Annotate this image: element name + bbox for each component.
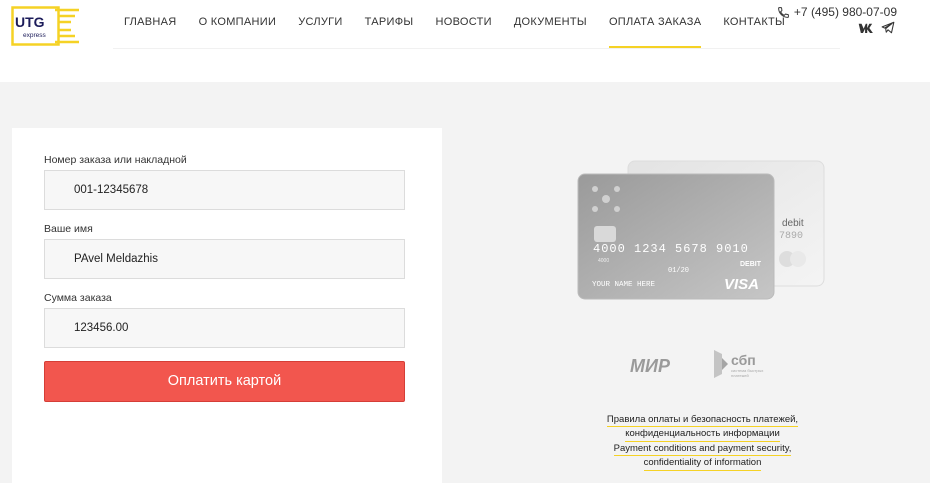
utg-express-logo[interactable]: UTG express — [11, 6, 81, 46]
sbp-sub2: платежей — [731, 373, 749, 378]
payment-form: Номер заказа или накладной 001-12345678 … — [12, 128, 442, 483]
front-card-small: 4000 — [598, 258, 609, 264]
payment-conditions-link-2[interactable]: confidentiality of information — [643, 456, 762, 471]
nav-item-about[interactable]: О КОМПАНИИ — [188, 0, 288, 48]
order-number-input[interactable]: 001-12345678 — [44, 170, 405, 210]
payment-rules-link-1[interactable]: Правила оплаты и безопасность платежей, — [606, 413, 799, 428]
nav-item-services[interactable]: УСЛУГИ — [287, 0, 353, 48]
order-number-label: Номер заказа или накладной — [44, 154, 187, 166]
payment-rules-link-2[interactable]: конфиденциальность информации — [625, 427, 780, 442]
front-card-number: 4000 1234 5678 9010 — [593, 242, 749, 256]
nav-item-tariffs[interactable]: ТАРИФЫ — [354, 0, 425, 48]
logo-sub: express — [23, 32, 47, 39]
nav-item-news[interactable]: НОВОСТИ — [424, 0, 502, 48]
payment-system-logos: МИР сбп система быстрых платежей — [630, 350, 763, 378]
bank-cards-image: debit 7890 4000 1234 5678 9010 4000 DEBI… — [577, 160, 825, 300]
phone-link[interactable]: +7 (495) 980-07-09 — [777, 5, 897, 19]
front-card-name: YOUR NAME HERE — [592, 281, 656, 289]
front-card-type: DEBIT — [740, 261, 762, 268]
nav-item-payment[interactable]: ОПЛАТА ЗАКАЗА — [598, 0, 712, 48]
amount-input[interactable]: 123456.00 — [44, 308, 405, 348]
mir-logo: МИР — [630, 356, 671, 376]
payment-info-links: Правила оплаты и безопасность платежей, … — [570, 413, 835, 471]
amount-label: Сумма заказа — [44, 292, 112, 304]
name-input[interactable]: PAvel Meldazhis — [44, 239, 405, 279]
payment-conditions-link-1[interactable]: Payment conditions and payment security, — [613, 442, 792, 457]
nav-item-main[interactable]: ГЛАВНАЯ — [113, 0, 188, 48]
nav-divider — [113, 48, 840, 49]
main-nav: ГЛАВНАЯ О КОМПАНИИ УСЛУГИ ТАРИФЫ НОВОСТИ… — [113, 0, 796, 48]
social-links — [858, 21, 897, 35]
nav-item-documents[interactable]: ДОКУМЕНТЫ — [503, 0, 598, 48]
sbp-logo: сбп система быстрых платежей — [714, 350, 763, 378]
site-header: UTG express ГЛАВНАЯ О КОМПАНИИ УСЛУГИ ТА… — [0, 0, 930, 82]
vk-icon[interactable] — [858, 21, 874, 35]
sbp-text: сбп — [731, 352, 756, 368]
pay-by-card-button[interactable]: Оплатить картой — [44, 361, 405, 402]
front-card-expiry: 01/20 — [668, 267, 689, 275]
phone-number: +7 (495) 980-07-09 — [793, 5, 897, 19]
name-label: Ваше имя — [44, 223, 93, 235]
back-card-number: 7890 — [779, 231, 803, 242]
back-card-type: debit — [782, 218, 804, 229]
telegram-icon[interactable] — [881, 21, 897, 35]
phone-icon — [778, 6, 789, 18]
logo-brand: UTG — [15, 14, 45, 30]
front-card-brand: VISA — [724, 276, 759, 293]
main-content: Номер заказа или накладной 001-12345678 … — [0, 82, 930, 483]
